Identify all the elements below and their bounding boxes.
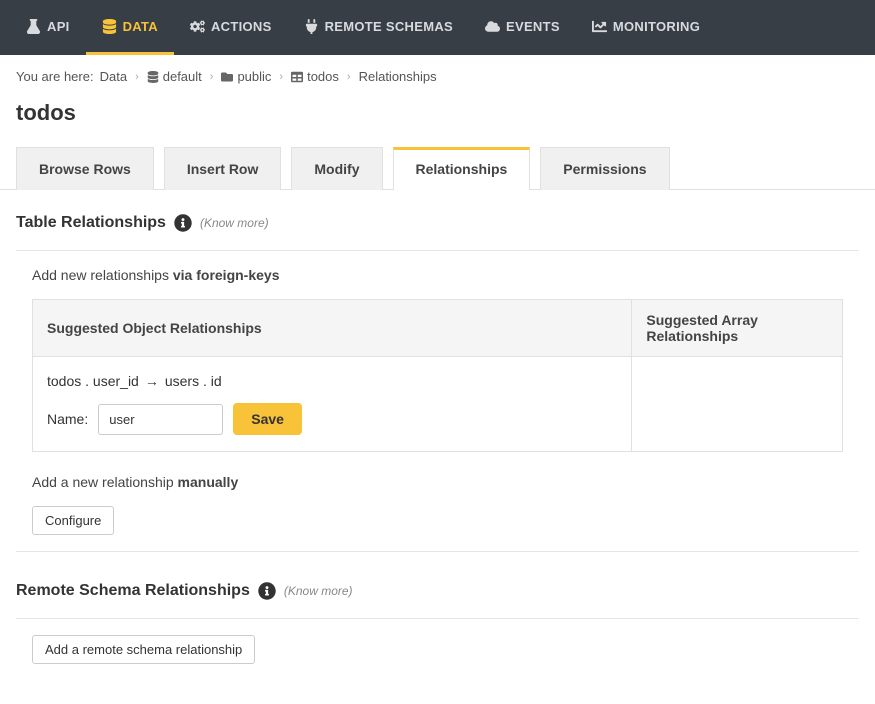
table-icon [291,71,303,83]
info-circle-icon[interactable] [174,214,192,232]
chart-line-icon [592,19,607,34]
nav-remote-schemas-label: REMOTE SCHEMAS [325,19,453,34]
tabs: Browse Rows Insert Row Modify Relationsh… [0,146,875,190]
nav-monitoring-label: MONITORING [613,19,700,34]
fk-mapping: todos . user_id → users . id [47,373,617,389]
add-remote-schema-relationship-button[interactable]: Add a remote schema relationship [32,635,255,664]
database-icon [102,19,117,34]
plug-icon [304,19,319,34]
breadcrumb-default[interactable]: default [147,69,202,84]
configure-button[interactable]: Configure [32,506,114,535]
page-title: todos [0,90,875,146]
nav-events-label: EVENTS [506,19,560,34]
tab-browse-rows[interactable]: Browse Rows [16,147,154,190]
col-array-relationships: Suggested Array Relationships [632,300,843,357]
breadcrumb-prefix: You are here: [16,69,94,84]
breadcrumb: You are here: Data › default › public › … [0,55,875,90]
array-relationships-cell [632,357,843,452]
nav-data[interactable]: DATA [86,0,174,55]
breadcrumb-data[interactable]: Data [100,69,127,84]
remote-schema-panel: Add a remote schema relationship [16,618,859,680]
flask-icon [26,19,41,34]
save-button[interactable]: Save [233,403,302,435]
remote-schema-relationships-heading: Remote Schema Relationships (Know more) [16,582,859,600]
tab-permissions[interactable]: Permissions [540,147,669,190]
cogs-icon [190,19,205,34]
table-relationships-panel: Add new relationships via foreign-keys S… [16,250,859,552]
database-icon [147,71,159,83]
know-more-link[interactable]: (Know more) [200,216,269,230]
nav-monitoring[interactable]: MONITORING [576,0,716,55]
breadcrumb-public[interactable]: public [221,69,271,84]
folder-icon [221,71,233,83]
relationships-table: Suggested Object Relationships Suggested… [32,299,843,452]
tab-insert-row[interactable]: Insert Row [164,147,282,190]
fk-intro: Add new relationships via foreign-keys [32,267,843,283]
nav-actions[interactable]: ACTIONS [174,0,288,55]
relationship-name-input[interactable] [98,404,223,435]
breadcrumb-sep: › [210,71,214,83]
info-circle-icon[interactable] [258,582,276,600]
know-more-link[interactable]: (Know more) [284,584,353,598]
breadcrumb-sep: › [135,71,139,83]
nav-actions-label: ACTIONS [211,19,272,34]
tab-relationships[interactable]: Relationships [393,147,531,190]
cloud-icon [485,19,500,34]
manual-intro: Add a new relationship manually [32,474,843,490]
top-nav: API DATA ACTIONS REMOTE SCHEMAS EVENTS M… [0,0,875,55]
nav-remote-schemas[interactable]: REMOTE SCHEMAS [288,0,469,55]
nav-events[interactable]: EVENTS [469,0,576,55]
name-label: Name: [47,411,88,427]
breadcrumb-sep: › [279,71,283,83]
table-row: todos . user_id → users . id Name: Save [33,357,843,452]
breadcrumb-sep: › [347,71,351,83]
nav-api[interactable]: API [10,0,86,55]
nav-api-label: API [47,19,70,34]
breadcrumb-todos[interactable]: todos [291,69,339,84]
nav-data-label: DATA [123,19,158,34]
tab-modify[interactable]: Modify [291,147,382,190]
col-object-relationships: Suggested Object Relationships [33,300,632,357]
breadcrumb-relationships: Relationships [359,69,437,84]
arrow-right-icon: → [145,373,159,389]
table-relationships-heading: Table Relationships (Know more) [16,214,859,232]
